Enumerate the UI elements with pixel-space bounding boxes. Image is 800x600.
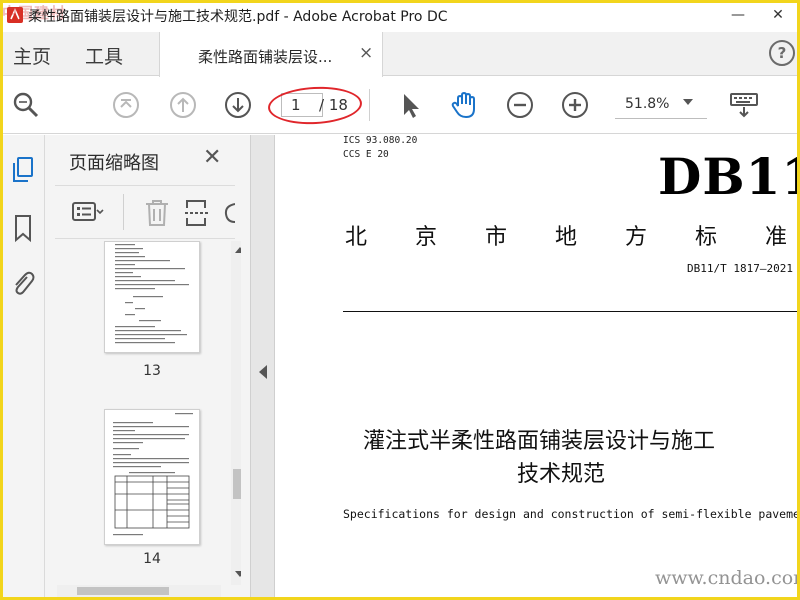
- page-preview: [115, 244, 189, 344]
- next-page-icon[interactable]: [223, 90, 253, 120]
- prev-page-icon[interactable]: [168, 90, 198, 120]
- zoom-out-icon[interactable]: [505, 90, 535, 120]
- keyboard-icon[interactable]: [729, 90, 759, 120]
- site-watermark: www.cndao.com: [655, 567, 797, 589]
- thumbnail-label: 13: [143, 363, 161, 379]
- zoom-in-icon[interactable]: [560, 90, 590, 120]
- page-thumbnails-icon[interactable]: [9, 155, 37, 185]
- document-title-line2: 技术规范: [517, 462, 606, 487]
- close-panel-icon[interactable]: ✕: [203, 145, 221, 170]
- tab-document[interactable]: 柔性路面铺装层设... ×: [159, 32, 383, 77]
- scroll-down-icon[interactable]: [235, 571, 241, 577]
- collapse-panel-icon[interactable]: [259, 365, 267, 379]
- scrollbar-thumb[interactable]: [233, 469, 241, 499]
- title-bar: 中国建材 柔性路面铺装层设计与施工技术规范.pdf - Adobe Acroba…: [0, 0, 800, 32]
- navigation-rail: [3, 135, 45, 597]
- page-preview: [113, 413, 193, 536]
- close-window-button[interactable]: ✕: [756, 0, 800, 30]
- document-title-line1: 灌注式半柔性路面铺装层设计与施工: [363, 429, 716, 454]
- thumbnail-list[interactable]: 13 14: [55, 241, 241, 585]
- thumbnail-page-13[interactable]: [104, 241, 200, 353]
- document-page[interactable]: ICS 93.080.20 CCS E 20 DB11 北京市地方标准 DB11…: [274, 135, 797, 597]
- toolbar: 1 / 18 51.8%: [3, 77, 797, 134]
- tab-home[interactable]: 主页: [13, 42, 51, 69]
- split-page-icon[interactable]: [183, 198, 211, 228]
- thumbnail-horizontal-scrollbar[interactable]: [57, 585, 221, 597]
- bookmark-icon[interactable]: [9, 213, 37, 243]
- thumbnail-toolbar-divider: [123, 194, 124, 230]
- panel-splitter[interactable]: [250, 135, 274, 597]
- tab-bar: 主页 工具 柔性路面铺装层设... × ?: [3, 32, 797, 77]
- tab-tools[interactable]: 工具: [85, 42, 123, 69]
- thumbnail-toolbar: [55, 185, 235, 239]
- scroll-up-icon[interactable]: [235, 247, 241, 253]
- chevron-down-icon[interactable]: [683, 99, 693, 105]
- thumbnail-panel: 页面缩略图 ✕ 13 14: [45, 135, 250, 597]
- window-title: 柔性路面铺装层设计与施工技术规范.pdf - Adobe Acrobat Pro…: [28, 9, 448, 25]
- ccs-code: CCS E 20: [343, 149, 389, 160]
- magnifier-icon[interactable]: [11, 90, 41, 120]
- standard-code: DB11: [658, 147, 797, 206]
- tab-close-icon[interactable]: ×: [359, 43, 373, 63]
- hand-icon[interactable]: [449, 90, 479, 120]
- minimize-button[interactable]: —: [716, 0, 760, 30]
- zoom-level-select[interactable]: 51.8%: [615, 93, 707, 119]
- thumbnail-vertical-scrollbar[interactable]: [231, 241, 241, 585]
- thumbnail-panel-title: 页面缩略图: [69, 153, 159, 174]
- help-icon[interactable]: ?: [769, 40, 795, 66]
- rotate-page-icon[interactable]: [221, 198, 235, 228]
- tab-document-label: 柔性路面铺装层设...: [198, 48, 333, 66]
- trash-icon[interactable]: [143, 198, 171, 228]
- thumbnail-options-icon[interactable]: [71, 198, 105, 226]
- thumbnail-page-14[interactable]: [104, 409, 200, 545]
- toolbar-divider: [369, 89, 370, 121]
- english-title: Specifications for design and constructi…: [343, 507, 797, 521]
- pointer-icon[interactable]: [395, 90, 425, 120]
- standard-number: DB11/T 1817—2021: [687, 262, 793, 275]
- attachment-icon[interactable]: [9, 269, 37, 299]
- standard-title: 北京市地方标准: [345, 225, 797, 250]
- annotation-circle: [267, 84, 363, 127]
- title-divider: [343, 311, 797, 312]
- scrollbar-thumb[interactable]: [77, 587, 169, 595]
- thumbnail-label: 14: [143, 551, 161, 567]
- first-page-icon[interactable]: [111, 90, 141, 120]
- ics-code: ICS 93.080.20: [343, 135, 418, 146]
